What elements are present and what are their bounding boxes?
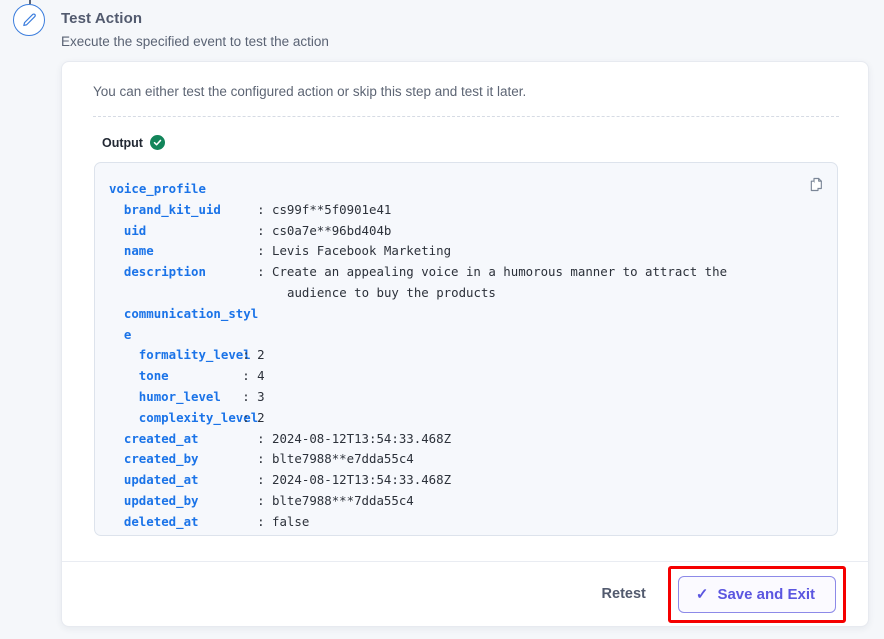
- card-intro-text: You can either test the configured actio…: [93, 84, 527, 99]
- json-value: 2024-08-12T13:54:33.468Z: [272, 430, 452, 446]
- json-key: updated_at: [123, 472, 199, 488]
- json-key: complexity_level: [138, 409, 259, 425]
- json-colon: :: [242, 388, 258, 404]
- json-value: 3: [257, 388, 265, 404]
- json-output: voice_profile brand_kit_uid: cs99f**5f090…: [109, 179, 827, 533]
- json-line: communication_styl: [109, 304, 827, 325]
- output-label: Output: [102, 135, 143, 150]
- json-value: false: [272, 513, 310, 529]
- json-value-continuation: audience to buy the products: [287, 284, 496, 300]
- json-key: name: [123, 243, 154, 259]
- json-colon: :: [257, 451, 273, 467]
- page-subtitle: Execute the specified event to test the …: [61, 34, 329, 49]
- json-colon: :: [257, 430, 273, 446]
- json-key: brand_kit_uid: [123, 201, 221, 217]
- check-mark-icon: ✓: [695, 585, 709, 603]
- json-line: brand_kit_uid: cs99f**5f0901e41: [109, 200, 827, 221]
- page-heading: Test Action Execute the specified event …: [61, 9, 661, 51]
- json-value: 2: [257, 409, 265, 425]
- json-value: cs99f**5f0901e41: [272, 201, 392, 217]
- save-and-exit-label: Save and Exit: [717, 585, 815, 603]
- json-line: deleted_at: false: [109, 512, 827, 533]
- json-line: humor_level: 3: [109, 387, 827, 408]
- json-value: 4: [257, 368, 265, 384]
- json-value: Create an appealing voice in a humorous …: [272, 264, 728, 280]
- save-and-exit-button[interactable]: ✓ Save and Exit: [677, 575, 836, 613]
- json-colon: :: [257, 222, 273, 238]
- json-key: description: [123, 264, 206, 280]
- json-colon: :: [242, 368, 258, 384]
- json-key: deleted_at: [123, 513, 199, 529]
- test-action-card: You can either test the configured actio…: [61, 61, 869, 627]
- retest-button[interactable]: Retest: [590, 578, 658, 610]
- output-code-block: voice_profile brand_kit_uid: cs99f**5f090…: [94, 162, 838, 536]
- json-colon: :: [257, 472, 273, 488]
- json-value: blte7988***7dda55c4: [272, 492, 414, 508]
- test-action-page: Test Action Execute the specified event …: [0, 0, 884, 639]
- json-colon: :: [257, 513, 273, 529]
- output-header: Output: [102, 135, 165, 150]
- page-title: Test Action: [61, 10, 143, 27]
- green-check-circle-icon: [149, 135, 165, 150]
- json-line: updated_by: blte7988***7dda55c4: [109, 491, 827, 512]
- json-line: created_at: 2024-08-12T13:54:33.468Z: [109, 429, 827, 450]
- json-value: blte7988**e7dda55c4: [272, 451, 414, 467]
- json-value: 2: [257, 347, 265, 363]
- json-value: Levis Facebook Marketing: [272, 243, 452, 259]
- json-key: updated_by: [123, 492, 199, 508]
- json-colon: :: [257, 243, 273, 259]
- json-colon: :: [242, 409, 258, 425]
- json-colon: :: [257, 201, 273, 217]
- step-pencil-bubble[interactable]: [13, 4, 45, 36]
- json-line: audience to buy the products: [109, 283, 827, 304]
- pencil-edit-icon: [21, 12, 38, 29]
- json-line: tone: 4: [109, 366, 827, 387]
- json-colon: :: [257, 492, 273, 508]
- json-line: uid: cs0a7e**96bd404b: [109, 221, 827, 242]
- step-rail: [8, 0, 52, 60]
- json-key: communication_styl: [123, 305, 259, 321]
- json-value: 2024-08-12T13:54:33.468Z: [272, 472, 452, 488]
- card-footer: Retest ✓ Save and Exit: [62, 562, 868, 626]
- json-line: created_by: blte7988**e7dda55c4: [109, 449, 827, 470]
- json-line: complexity_level: 2: [109, 408, 827, 429]
- json-colon: :: [242, 347, 258, 363]
- json-key: created_at: [123, 430, 199, 446]
- json-key: voice_profile: [109, 181, 206, 196]
- save-and-exit-highlight: ✓ Save and Exit: [667, 565, 846, 623]
- json-value: cs0a7e**96bd404b: [272, 222, 392, 238]
- json-key: formality_level: [138, 347, 251, 363]
- dashed-divider: [93, 116, 839, 117]
- json-key: uid: [123, 222, 147, 238]
- json-colon: :: [257, 264, 273, 280]
- json-line: updated_at: 2024-08-12T13:54:33.468Z: [109, 470, 827, 491]
- json-key: e: [123, 326, 132, 342]
- json-line: voice_profile: [109, 179, 827, 200]
- json-key: humor_level: [138, 388, 221, 404]
- json-line: formality_level: 2: [109, 345, 827, 366]
- json-line: description: Create an appealing voice i…: [109, 262, 827, 283]
- json-line: e: [109, 325, 827, 346]
- json-line: name: Levis Facebook Marketing: [109, 241, 827, 262]
- json-key: created_by: [123, 451, 199, 467]
- json-key: tone: [138, 368, 169, 384]
